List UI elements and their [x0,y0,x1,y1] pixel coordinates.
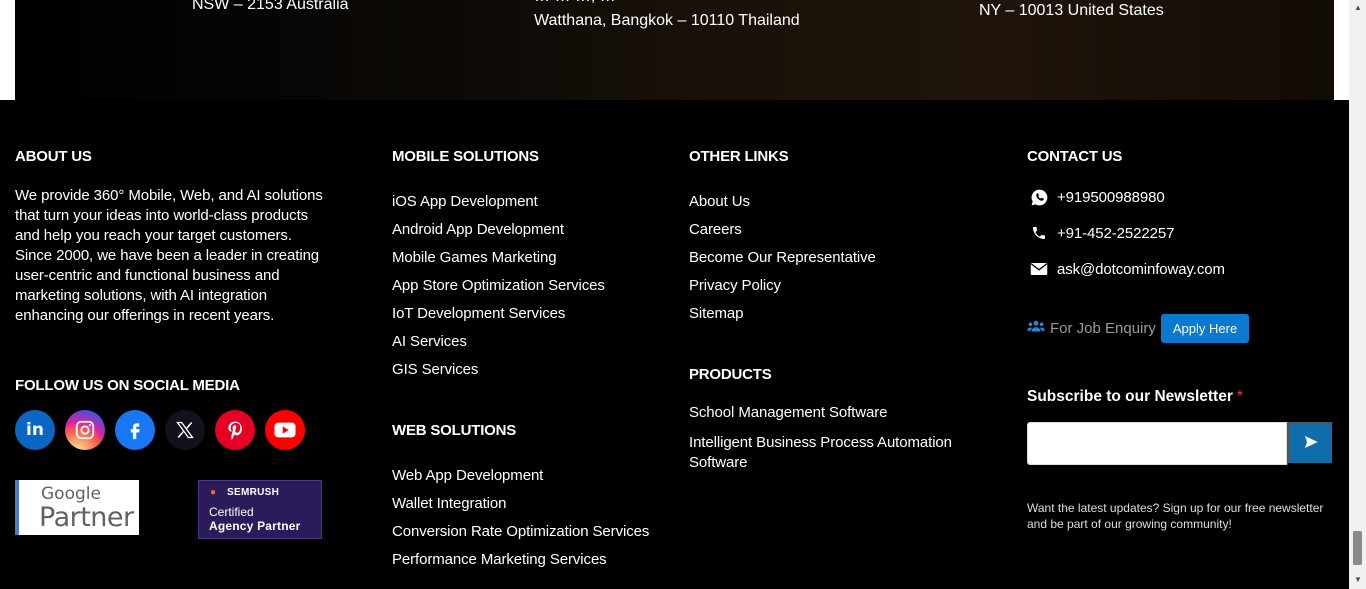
scroll-down-arrow-icon[interactable]: ▼ [1354,575,1362,584]
about-us-heading: ABOUT US [15,148,92,165]
contact-email[interactable]: ask@dotcominfoway.com [1027,259,1225,279]
whatsapp-icon [1027,187,1051,207]
products-heading: PRODUCTS [689,366,772,383]
linkedin-icon[interactable]: in [15,410,55,450]
link-app-store-optimization[interactable]: App Store Optimization Services [392,277,605,294]
google-partner-badge-brand: Google [41,484,101,504]
link-sitemap[interactable]: Sitemap [689,305,743,322]
link-performance-marketing[interactable]: Performance Marketing Services [392,551,607,568]
link-gis-services[interactable]: GIS Services [392,361,478,378]
newsletter-title-text: Subscribe to our Newsletter [1027,388,1233,405]
link-mobile-games-marketing[interactable]: Mobile Games Marketing [392,249,557,266]
phone-icon [1027,223,1051,243]
link-android-app-development[interactable]: Android App Development [392,221,564,238]
about-us-text: We provide 360° Mobile, Web, and AI solu… [15,187,323,324]
web-solutions-heading: WEB SOLUTIONS [392,422,517,439]
link-about-us[interactable]: About Us [689,193,750,210]
address-australia: NSW – 2153 Australia [192,0,349,13]
link-business-process-automation[interactable]: Intelligent Business Process Automation [689,434,952,451]
semrush-badge-line-1: Certified [209,505,254,519]
google-partner-badge: Google Partner [15,480,139,535]
contact-us-heading: CONTACT US [1027,148,1123,165]
semrush-badge-line-2: Agency Partner [209,519,301,533]
link-privacy-policy[interactable]: Privacy Policy [689,277,781,294]
apply-here-button[interactable]: Apply Here [1160,314,1250,343]
link-careers[interactable]: Careers [689,221,742,238]
newsletter-email-input[interactable] [1027,422,1287,465]
email-address[interactable]: ask@dotcominfoway.com [1057,261,1225,278]
pinterest-icon[interactable] [215,410,255,450]
instagram-icon[interactable] [65,410,105,450]
job-enquiry: For Job Enquiry Apply Here [1027,314,1250,343]
facebook-icon[interactable] [115,410,155,450]
required-asterisk: * [1236,388,1243,405]
office-addresses-band: NSW – 2153 Australia … … …, … Watthana, … [15,0,1334,100]
link-become-representative[interactable]: Become Our Representative [689,249,876,266]
link-web-app-development[interactable]: Web App Development [392,467,543,484]
users-icon [1027,319,1045,338]
newsletter-title: Subscribe to our Newsletter * [1027,388,1243,406]
other-links-heading: OTHER LINKS [689,148,789,165]
link-business-process-automation-line-2[interactable]: Software [689,454,748,471]
semrush-badge-brand: SEMRUSH [227,487,280,498]
contact-whatsapp[interactable]: +919500988980 [1027,187,1165,207]
link-conversion-rate-optimization[interactable]: Conversion Rate Optimization Services [392,523,649,540]
link-iot-development[interactable]: IoT Development Services [392,305,565,322]
youtube-icon[interactable] [265,410,305,450]
x-icon[interactable] [165,410,205,450]
whatsapp-number[interactable]: +919500988980 [1057,189,1165,206]
social-media-heading: FOLLOW US ON SOCIAL MEDIA [15,377,240,394]
link-ai-services[interactable]: AI Services [392,333,467,350]
scroll-up-arrow-icon[interactable]: ▲ [1354,3,1362,12]
link-wallet-integration[interactable]: Wallet Integration [392,495,506,512]
contact-phone[interactable]: +91-452-2522257 [1027,223,1174,243]
semrush-agency-badge: ● SEMRUSH Certified Agency Partner [198,480,322,539]
scrollbar-thumb[interactable] [1353,531,1362,565]
link-school-management-software[interactable]: School Management Software [689,404,887,421]
site-footer: ABOUT US We provide 360° Mobile, Web, an… [0,100,1349,589]
google-partner-badge-label: Partner [39,502,134,533]
link-ios-app-development[interactable]: iOS App Development [392,193,538,210]
send-arrow-icon [1303,434,1319,453]
page-scrollbar[interactable]: ▲ ▼ [1349,0,1366,589]
phone-number[interactable]: +91-452-2522257 [1057,225,1174,242]
job-enquiry-label: For Job Enquiry [1050,320,1156,337]
semrush-flame-icon: ● [210,487,217,498]
newsletter-submit-button[interactable] [1287,422,1334,465]
mobile-solutions-heading: MOBILE SOLUTIONS [392,148,539,165]
address-thailand-line-1: … … …, … [534,0,616,6]
newsletter-note: Want the latest updates? Sign up for our… [1027,501,1324,531]
address-thailand: Watthana, Bangkok – 10110 Thailand [534,12,800,29]
mail-icon [1027,259,1051,279]
address-usa: NY – 10013 United States [979,2,1164,19]
